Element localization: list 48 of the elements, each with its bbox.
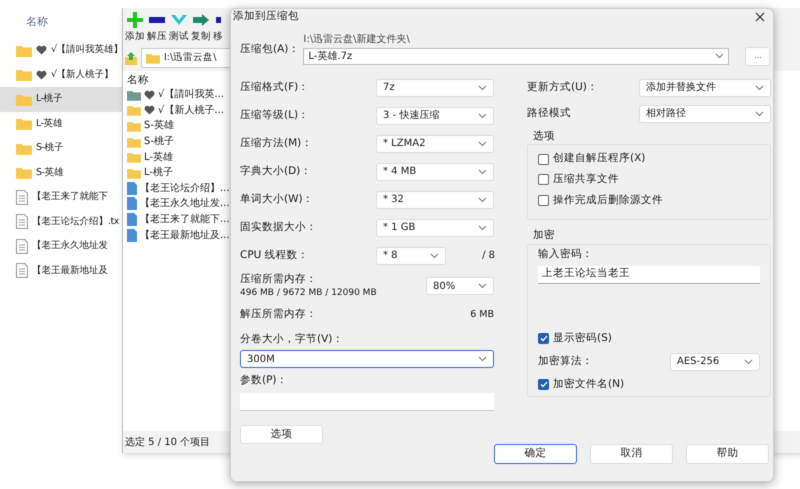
file-name: L-英雄 bbox=[144, 150, 174, 165]
field-label: 压缩格式(F)： bbox=[240, 80, 310, 95]
file-name: S-英雄 bbox=[36, 166, 64, 180]
field-label: 压缩所需内存： bbox=[240, 272, 318, 286]
field-label: 分卷大小，字节(V)： bbox=[240, 332, 344, 346]
file-name: 【老王永久地址发 bbox=[32, 239, 108, 254]
folder-path: I:\迅雷云盘\新建文件夹\ bbox=[303, 32, 411, 46]
file-name: S-桃子 bbox=[144, 134, 174, 150]
field-label: 输入密码： bbox=[538, 247, 594, 262]
status-text: 选定 5 / 10 个项目 bbox=[125, 436, 210, 450]
file-name: 【老王来了就能下 bbox=[32, 190, 108, 204]
file-name: S-桃子 bbox=[36, 141, 64, 156]
field-label: 路径模式 bbox=[527, 106, 572, 121]
file-name: 【老王论坛介绍】.tx bbox=[32, 214, 119, 229]
group-title: 选项 bbox=[533, 128, 556, 144]
field-label: 更新方式(U)： bbox=[527, 80, 599, 95]
checkbox-label: 显示密码(S) bbox=[553, 330, 612, 346]
file-name: √【請叫我英... bbox=[158, 88, 224, 102]
field-label: 压缩等级(L)： bbox=[240, 108, 310, 123]
memory-usage: 496 MB / 9672 MB / 12090 MB bbox=[240, 287, 377, 300]
field-label: CPU 线程数： bbox=[240, 248, 310, 263]
thread-count: / 8 bbox=[482, 249, 495, 263]
field-label: 固实数据大小： bbox=[240, 220, 318, 235]
field-label: 解压所需内存： bbox=[240, 306, 317, 322]
file-name: L-桃子 bbox=[36, 92, 63, 106]
field-label: 字典大小(D)： bbox=[240, 164, 312, 179]
dialog-title: 添加到压缩包 bbox=[233, 9, 299, 24]
field-label: 参数(P)： bbox=[240, 373, 289, 388]
file-name: √【新人桃子】 bbox=[51, 68, 114, 82]
file-name: 【老王论坛介绍】... bbox=[140, 182, 230, 196]
field-label: 加密算法： bbox=[538, 354, 593, 369]
checkbox-label: 加密文件名(N) bbox=[553, 376, 624, 392]
file-name: 【老王永久地址发... bbox=[140, 196, 230, 212]
checkbox-label: 创建自解压程序(X) bbox=[553, 151, 646, 166]
file-name: √【請叫我英雄】 bbox=[51, 43, 124, 58]
file-name: 【老王最新地址及 bbox=[32, 264, 108, 278]
file-name: L-英雄 bbox=[36, 116, 63, 131]
group-title: 加密 bbox=[533, 228, 556, 244]
file-name: 【老王来了就能下... bbox=[140, 212, 230, 228]
decompress-memory: 6 MB bbox=[470, 308, 494, 322]
checkbox-label: 操作完成后删除源文件 bbox=[553, 192, 663, 208]
file-name: 【老王最新地址及... bbox=[140, 228, 230, 243]
field-label: 压缩方法(M)： bbox=[240, 136, 314, 151]
checkbox-label: 压缩共享文件 bbox=[553, 172, 619, 187]
file-name: S-英雄 bbox=[144, 118, 174, 134]
field-label: 单词大小(W)： bbox=[240, 192, 315, 207]
file-name: L-桃子 bbox=[144, 166, 174, 180]
file-name: √【新人桃子... bbox=[158, 104, 224, 118]
